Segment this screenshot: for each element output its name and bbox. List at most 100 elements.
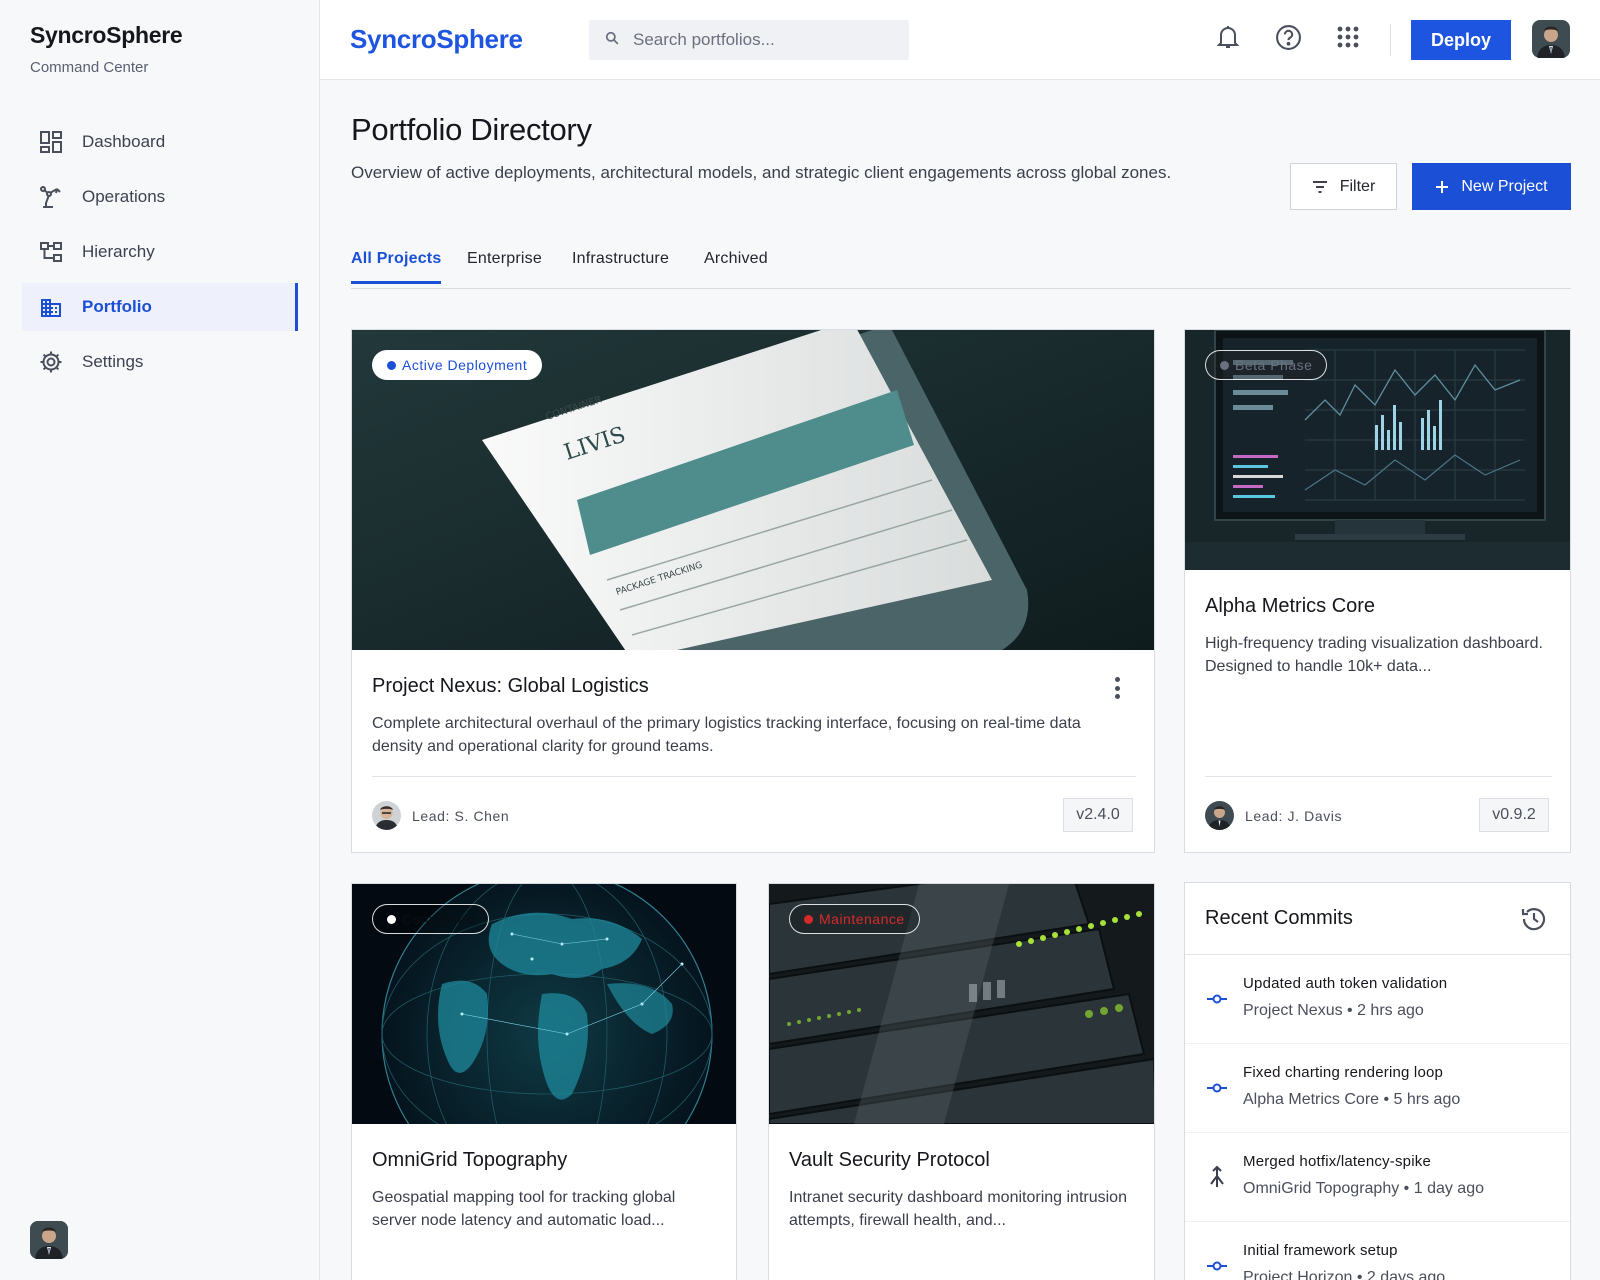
brand-title: SyncroSphere: [30, 22, 183, 48]
commit-meta: Alpha Metrics Core • 5 hrs ago: [1243, 1091, 1461, 1108]
commits-header: Recent Commits: [1185, 883, 1570, 955]
new-project-label: New Project: [1461, 177, 1548, 195]
topbar: SyncroSphere Deploy: [320, 0, 1600, 80]
project-title: Vault Security Protocol: [789, 1149, 990, 1171]
project-description: High-frequency trading visualization das…: [1205, 635, 1543, 675]
project-card[interactable]: Beta Phase Alpha Metrics Core High-frequ…: [1184, 329, 1571, 853]
search-box[interactable]: [589, 20, 909, 60]
sidebar-item-label: Dashboard: [82, 132, 166, 151]
plus-icon: [1435, 180, 1449, 194]
lead-name: Lead: S. Chen: [412, 807, 510, 824]
app-logo[interactable]: SyncroSphere: [350, 24, 523, 55]
deploy-button[interactable]: Deploy: [1411, 20, 1511, 60]
commit-message: Initial framework setup: [1243, 1242, 1398, 1259]
tab-infrastructure[interactable]: Infrastructure: [572, 250, 669, 284]
brand: SyncroSphere Command Center: [30, 22, 183, 76]
divider: [1205, 776, 1552, 777]
project-description: Intranet security dashboard monitoring i…: [789, 1189, 1127, 1229]
status-badge: Maintenance: [789, 904, 920, 934]
commit-icon: [1205, 1076, 1229, 1100]
sidebar-item-operations[interactable]: Operations: [22, 173, 298, 221]
page-title: Portfolio Directory: [351, 112, 592, 147]
sidebar: SyncroSphere Command Center Dashboard Op…: [0, 0, 320, 1280]
status-badge: Beta Phase: [1205, 350, 1328, 380]
status-badge: Completed: [372, 904, 490, 934]
apps-grid-icon[interactable]: [1333, 22, 1363, 52]
commit-message: Fixed charting rendering loop: [1243, 1064, 1444, 1081]
commit-message: Updated auth token validation: [1243, 975, 1448, 992]
project-lead: Lead: S. Chen: [372, 801, 509, 830]
filter-label: Filter: [1339, 177, 1376, 195]
sidebar-item-label: Hierarchy: [82, 242, 155, 261]
status-label: Beta Phase: [1235, 357, 1313, 373]
commit-meta: Project Horizon • 2 days ago: [1243, 1269, 1446, 1280]
sidebar-item-label: Settings: [82, 352, 144, 371]
lead-name: Lead: J. Davis: [1245, 807, 1343, 824]
commit-item[interactable]: Merged hotfix/latency-spike OmniGrid Top…: [1185, 1133, 1570, 1222]
tab-enterprise[interactable]: Enterprise: [467, 250, 542, 284]
project-lead: Lead: J. Davis: [1205, 801, 1342, 830]
divider: [372, 776, 1136, 777]
commit-item[interactable]: Initial framework setup Project Horizon …: [1185, 1222, 1570, 1280]
tabs: All Projects Enterprise Infrastructure A…: [351, 240, 1571, 289]
sidebar-item-label: Operations: [82, 187, 166, 206]
recent-commits-panel: Recent Commits Updated auth token valida…: [1184, 882, 1571, 1280]
status-dot: [804, 914, 813, 924]
status-label: Active Deployment: [402, 357, 528, 373]
project-card[interactable]: Maintenance Vault Security Protocol Intr…: [768, 883, 1155, 1280]
commit-meta: Project Nexus • 2 hrs ago: [1243, 1002, 1424, 1019]
dashboard-icon: [38, 129, 64, 155]
gear-icon: [38, 349, 64, 375]
bell-icon[interactable]: [1213, 22, 1243, 52]
filter-button[interactable]: Filter: [1290, 163, 1397, 210]
filter-icon: [1312, 180, 1328, 193]
version-badge: v2.4.0: [1063, 798, 1133, 832]
status-dot: [387, 914, 396, 924]
search-icon: [605, 31, 619, 50]
status-label: Completed: [402, 911, 475, 927]
commit-message: Merged hotfix/latency-spike: [1243, 1153, 1431, 1170]
help-icon[interactable]: [1273, 22, 1303, 52]
new-project-button[interactable]: New Project: [1412, 163, 1571, 210]
hierarchy-icon: [38, 239, 64, 265]
commit-icon: [1205, 1254, 1229, 1278]
commit-icon: [1205, 987, 1229, 1011]
history-icon[interactable]: [1520, 905, 1548, 933]
project-description: Geospatial mapping tool for tracking glo…: [372, 1189, 676, 1229]
commit-item[interactable]: Fixed charting rendering loop Alpha Metr…: [1185, 1044, 1570, 1133]
commit-meta: OmniGrid Topography • 1 day ago: [1243, 1180, 1484, 1197]
avatar: [372, 801, 401, 830]
status-dot: [1220, 360, 1229, 370]
sidebar-item-dashboard[interactable]: Dashboard: [22, 118, 298, 166]
project-title: Alpha Metrics Core: [1205, 595, 1376, 617]
brand-subtitle: Command Center: [30, 59, 149, 76]
project-title: OmniGrid Topography: [372, 1149, 568, 1171]
page-description: Overview of active deployments, architec…: [351, 163, 1172, 182]
project-description: Complete architectural overhaul of the p…: [372, 715, 1081, 755]
project-title: Project Nexus: Global Logistics: [372, 675, 649, 697]
sidebar-item-label: Portfolio: [82, 297, 152, 316]
project-card[interactable]: LIVIS CONTAINER PACKAGE TRACKING Active …: [351, 329, 1155, 853]
sidebar-item-portfolio[interactable]: Portfolio: [22, 283, 298, 331]
commits-title: Recent Commits: [1205, 907, 1353, 929]
avatar: [1205, 801, 1234, 830]
merge-icon: [1205, 1165, 1229, 1189]
project-card[interactable]: Completed OmniGrid Topography Geospatial…: [351, 883, 737, 1280]
sidebar-item-hierarchy[interactable]: Hierarchy: [22, 228, 298, 276]
commit-item[interactable]: Updated auth token validation Project Ne…: [1185, 955, 1570, 1044]
sidebar-item-settings[interactable]: Settings: [22, 338, 298, 386]
tab-all-projects[interactable]: All Projects: [351, 250, 442, 284]
avatar[interactable]: [1532, 20, 1570, 58]
search-input[interactable]: [633, 30, 893, 50]
robot-arm-icon: [38, 184, 64, 210]
divider: [1390, 24, 1391, 56]
version-badge: v0.9.2: [1479, 798, 1549, 832]
tab-archived[interactable]: Archived: [704, 250, 768, 284]
status-dot: [387, 360, 396, 370]
status-label: Maintenance: [819, 911, 905, 927]
building-icon: [38, 294, 64, 320]
sidebar-nav: Dashboard Operations Hierarchy Portfolio…: [22, 118, 298, 393]
status-badge: Active Deployment: [372, 350, 543, 380]
more-options-icon[interactable]: [1107, 674, 1127, 702]
avatar[interactable]: [30, 1221, 68, 1259]
